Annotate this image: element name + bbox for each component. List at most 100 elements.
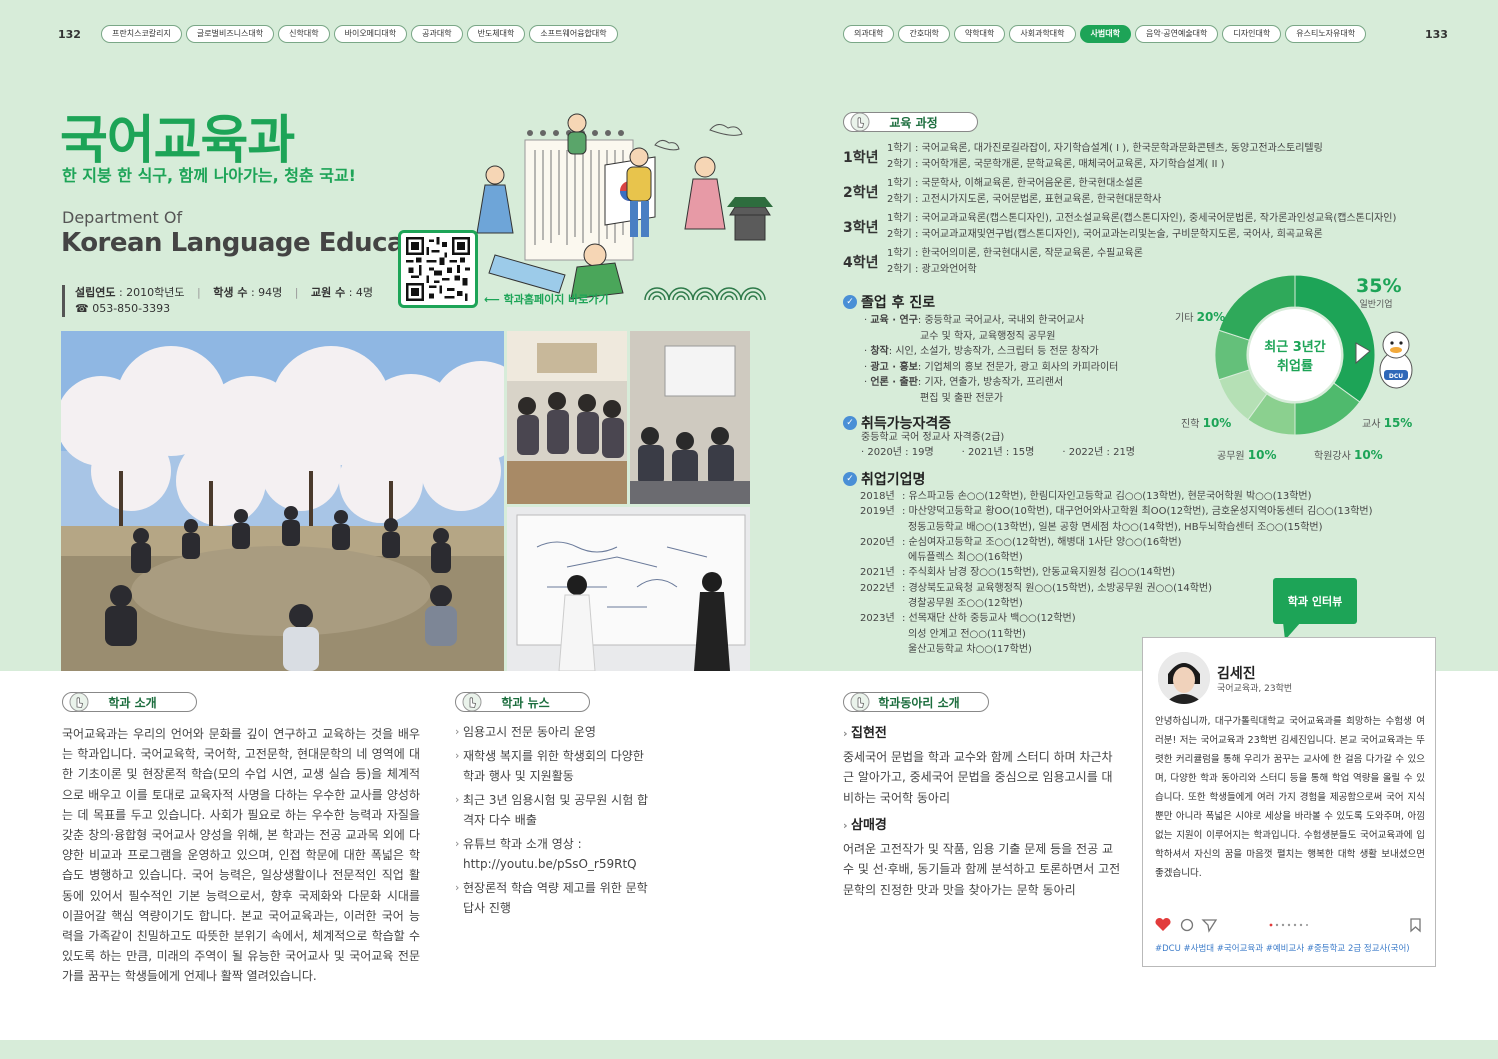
employer-row: 2019년 : 마산양덕고등학교 황OO(10학번), 대구언어와사고학원 최O… [860, 504, 1373, 519]
employer-row: 에듀플렉스 최○○(16학번) [860, 550, 1373, 565]
news-item: 최근 3년 임용시험 및 공무원 시험 합격자 다수 배출 [455, 790, 655, 830]
cert-name: 중등학교 국어 정교사 자격증(2급) [861, 432, 1005, 443]
interviewee-name: 김세진 [1217, 666, 1256, 682]
pointing-hand-icon [850, 692, 870, 712]
employment-donut: 최근 3년간취업률 DCU [1214, 274, 1413, 436]
label-academy: 학원강사 10% [1314, 448, 1383, 462]
students-value: : 94명 [247, 286, 283, 299]
photo-students-at-whiteboard [507, 507, 750, 671]
club-name: 삼매경 [843, 816, 1123, 837]
career-value: : 기자, 연출가, 방송작가, 프리랜서 [917, 377, 1064, 388]
college-tab[interactable]: 사범대학 [1079, 25, 1131, 43]
interview-card: 김세진 국어교육과, 23학번 안녕하십니까, 대구가톨릭대학교 국어교육과를 … [1142, 637, 1436, 967]
employer-year [860, 627, 902, 642]
curriculum-year: 1학년 [843, 150, 879, 166]
employer-year: 2019년 [860, 506, 895, 518]
students-with-hangul-scroll-illustration [476, 113, 773, 301]
avatar [1158, 652, 1210, 704]
interview-text: 안녕하십니까, 대구가톨릭대학교 국어교육과를 희망하는 수험생 여러분! 저는… [1155, 716, 1425, 879]
career-value: 편집 및 출판 전문가 [920, 392, 1004, 404]
employer-text: : 순심여자고등학교 조○○(12학번), 해병대 1사단 양○○(16학번) [902, 536, 1182, 548]
career-row: 광고 · 홍보 : 기업체의 홍보 전문가, 광고 회사의 카피라이터 [864, 360, 1118, 376]
comment-icon [1180, 918, 1194, 932]
career-row: 교육 · 연구 : 중등학교 국어교사, 국내외 한국어교사 [864, 313, 1118, 329]
employer-year: 2021년 [860, 567, 895, 579]
employer-year: 2018년 [860, 491, 895, 502]
photo-lecture-with-projector [630, 331, 750, 504]
check-icon: ✓ [843, 472, 857, 486]
news-heading-pill: 학과 뉴스 [455, 692, 590, 712]
homepage-link[interactable]: ⟵ 학과홈페이지 바로가기 [484, 291, 609, 307]
intro-heading-pill: 학과 소개 [62, 692, 197, 712]
college-tab[interactable]: 글로벌비즈니스대학 [185, 25, 275, 43]
career-value: : 시인, 소설가, 방송작가, 스크립터 등 전문 창작가 [888, 346, 1099, 357]
career-row: 교수 및 학자, 교육행정직 공무원 [864, 329, 1118, 345]
career-heading: ✓ 졸업 후 진로 [843, 292, 935, 312]
college-tab[interactable]: 음악·공연예술대학 [1134, 25, 1219, 43]
phone-number: ☎ 053-850-3393 [75, 302, 171, 315]
college-tab[interactable]: 공과대학 [411, 25, 463, 43]
club-description: 중세국어 문법을 학과 교수와 함께 스터디 하며 차근차근 알아가고, 중세국… [843, 749, 1113, 805]
college-tab[interactable]: 프란치스코칼리지 [101, 25, 182, 43]
employer-text: : 주식회사 남경 장○○(15학번), 안동교육지원청 김○○(14학번) [902, 567, 1176, 579]
employer-year: 2020년 [860, 536, 895, 548]
career-row: 언론 · 출판 : 기자, 연출가, 방송작가, 프리랜서 [864, 375, 1118, 391]
department-english-prefix: Department Of [62, 208, 183, 227]
employment-rate-chart: 최근 3년간 취업률 DCU 35% 일반기업 기타 20% 교사 15% 학원강사… [1170, 274, 1450, 475]
curriculum-courses: 1학기 : 한국어의미론, 한국현대시론, 작문교육론, 수필교육론 2학기 : … [887, 246, 1143, 278]
interviewee-info: 국어교육과, 23학번 [1217, 684, 1293, 694]
pointing-hand-icon [69, 692, 89, 712]
check-icon: ✓ [843, 295, 857, 309]
career-row: 편집 및 출판 전문가 [864, 391, 1118, 407]
cert-year: · 2021년 : 15명 [961, 446, 1035, 458]
college-tab[interactable]: 의과대학 [843, 25, 895, 43]
department-info: 설립연도 : 2010학년도 | 학생 수 : 94명 | 교원 수 : 4명 … [62, 285, 373, 317]
page-number-left: 132 [58, 28, 81, 41]
club-name: 집현전 [843, 724, 1123, 745]
career-value: 교수 및 학자, 교육행정직 공무원 [920, 330, 1056, 342]
college-tab[interactable]: 유스티노자유대학 [1285, 25, 1367, 43]
club-description: 어려운 고전작가 및 작품, 임용 기출 문제 등을 전공 교수 및 선·후배,… [843, 841, 1121, 897]
heart-icon [1155, 917, 1171, 931]
career-key: 언론 · 출판 [864, 375, 918, 391]
intro-text: 국어교육과는 우리의 언어와 문화를 깊이 연구하고 교육하는 것을 배우는 학… [62, 727, 420, 984]
career-row: 창작 : 시인, 소설가, 방송작가, 스크립터 등 전문 창작가 [864, 344, 1118, 360]
pointing-hand-icon [462, 692, 482, 712]
employer-text: 경찰공무원 조○○(12학번) [908, 598, 1023, 610]
label-civil: 공무원 10% [1217, 448, 1277, 462]
career-heading-text: 졸업 후 진로 [861, 295, 936, 311]
cert-year: · 2020년 : 19명 [861, 446, 934, 458]
employer-text: : 유스파고등 손○○(12학번), 한림디자인고등학교 김○○(13학번), … [902, 491, 1312, 502]
college-tab[interactable]: 반도체대학 [466, 25, 526, 43]
employer-text: 정동고등학교 배○○(13학번), 일본 공항 면세점 차○○(14학번), H… [908, 521, 1323, 533]
interview-tag: 학과 인터뷰 [1273, 578, 1357, 624]
college-tab[interactable]: 소프트웨어융합대학 [529, 25, 618, 43]
bookmark-icon [1410, 918, 1421, 933]
college-tab[interactable]: 사회과학대학 [1009, 25, 1076, 43]
college-tab[interactable]: 바이오메디대학 [333, 25, 408, 43]
label-teacher: 교사 15% [1362, 416, 1413, 430]
mascot-badge: DCU [1389, 373, 1403, 380]
employer-year [860, 520, 902, 535]
founded-label: 설립연도 [75, 286, 116, 299]
course-line: 1학기 : 국어교육론, 대가진로길라잡이, 자기학습설계( I ), 한국문학… [887, 143, 1323, 154]
course-line: 2학기 : 광고와언어학 [887, 264, 977, 275]
college-tabs-left: 프란치스코칼리지 글로벌비즈니스대학 신학대학 바이오메디대학 공과대학 반도체대학 소프트… [101, 25, 618, 43]
employer-row: 정동고등학교 배○○(13학번), 일본 공항 면세점 차○○(14학번), H… [860, 520, 1373, 535]
curriculum-year: 4학년 [843, 255, 879, 271]
founded-value: : 2010학년도 [115, 286, 185, 299]
photo-students-reading-under-cherry-blossoms [61, 331, 504, 671]
college-tab[interactable]: 간호대학 [898, 25, 950, 43]
curriculum-courses: 1학기 : 국어교과교육론(캡스톤디자인), 고전소설교육론(캡스톤디자인), … [887, 211, 1396, 243]
faculty-label: 교원 수 [311, 286, 346, 299]
employers-heading-text: 취업기업명 [861, 472, 926, 488]
employer-row: 2018년 : 유스파고등 손○○(12학번), 한림디자인고등학교 김○○(1… [860, 489, 1373, 504]
homepage-qr-code[interactable] [398, 230, 478, 308]
college-tab[interactable]: 신학대학 [278, 25, 330, 43]
college-tab[interactable]: 디자인대학 [1222, 25, 1282, 43]
faculty-value: : 4명 [345, 286, 374, 299]
college-tab[interactable]: 약학대학 [953, 25, 1006, 43]
course-line: 2학기 : 국어교과교재및연구법(캡스톤디자인), 국어교과논리및논술, 구비문… [887, 229, 1323, 240]
news-heading: 학과 뉴스 [501, 695, 550, 710]
employer-text: 울산고등학교 차○○(17학번) [908, 643, 1032, 655]
